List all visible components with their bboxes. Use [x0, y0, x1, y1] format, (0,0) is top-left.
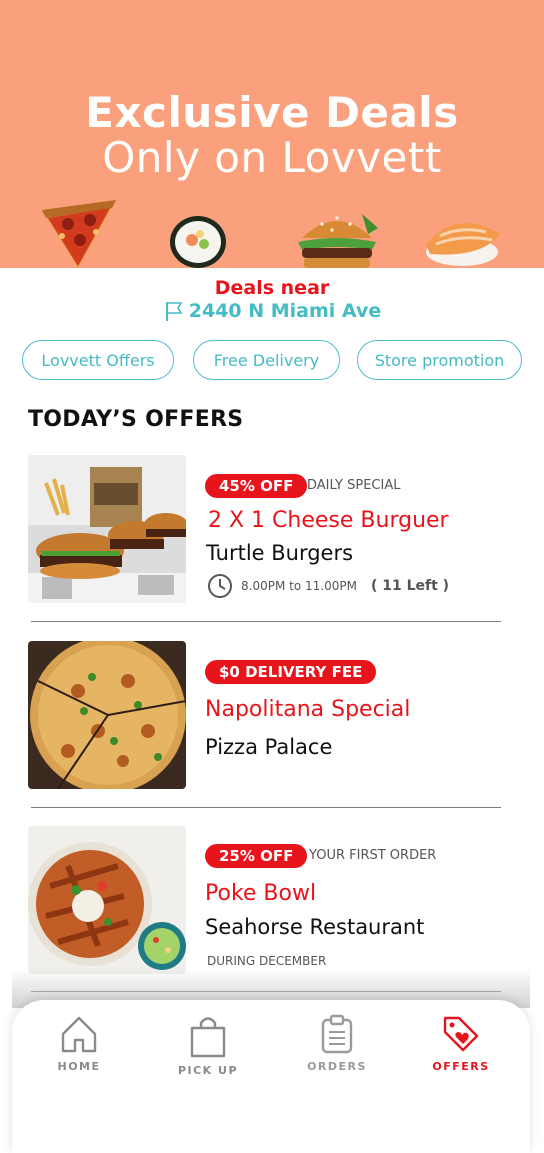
offer-remaining: ( 11 Left ): [370, 578, 450, 594]
shopping-bag-icon: [190, 1017, 226, 1058]
clipboard-icon: [321, 1014, 353, 1054]
sushi-roll-image: [170, 216, 226, 268]
flag-icon: [165, 302, 183, 321]
chip-lovvett-offers[interactable]: Lovvett Offers: [22, 340, 174, 380]
burger-photo: [28, 455, 186, 603]
divider: [31, 807, 501, 808]
offer-name: 2 X 1 Cheese Burguer: [208, 508, 449, 533]
hero-title: Exclusive Deals: [85, 88, 459, 137]
address-selector[interactable]: 2440 N Miami Ave: [0, 300, 544, 322]
offer-name: Poke Bowl: [205, 881, 317, 906]
badge-note: YOUR FIRST ORDER: [309, 848, 437, 863]
offer-validity: DURING DECEMBER: [207, 954, 327, 968]
hero-banner: Exclusive Deals Only on Lovvett: [0, 0, 544, 268]
bottom-navigation: HOME PICK UP ORDERS OFFERS: [12, 1000, 530, 1153]
offer-card-pizza[interactable]: $0 DELIVERY FEE Napolitana Special Pizza…: [0, 641, 544, 801]
discount-badge: 45% OFF: [205, 474, 308, 498]
store-name: Turtle Burgers: [206, 541, 354, 565]
pizza-slice-image: [42, 200, 116, 268]
clock-icon: [208, 574, 232, 598]
tag-heart-icon: [443, 1016, 479, 1052]
nav-offers[interactable]: OFFERS: [411, 1014, 511, 1073]
nav-label: PICK UP: [177, 1064, 239, 1077]
offer-card-burger[interactable]: 45% OFF DAILY SPECIAL 2 X 1 Cheese Burgu…: [0, 455, 544, 615]
delivery-fee-badge: $0 DELIVERY FEE: [205, 660, 377, 684]
salmon-nigiri-image: [426, 223, 500, 266]
badge-note: DAILY SPECIAL: [307, 478, 401, 493]
nav-label: ORDERS: [307, 1060, 367, 1073]
store-name: Pizza Palace: [205, 735, 333, 759]
offer-card-poke[interactable]: 25% OFF YOUR FIRST ORDER Poke Bowl Seaho…: [0, 826, 544, 986]
offer-time: 8.00PM to 11.00PM: [241, 579, 357, 593]
chip-store-promotion[interactable]: Store promotion: [357, 340, 522, 380]
nav-home[interactable]: HOME: [29, 1014, 129, 1073]
section-title: TODAY’S OFFERS: [28, 407, 244, 432]
pizza-photo: [28, 641, 186, 789]
nav-pick-up[interactable]: PICK UP: [158, 1014, 258, 1077]
store-name: Seahorse Restaurant: [205, 915, 425, 939]
chip-free-delivery[interactable]: Free Delivery: [193, 340, 340, 380]
divider: [31, 621, 501, 622]
hero-subtitle: Only on Lovvett: [102, 133, 442, 182]
nav-orders[interactable]: ORDERS: [287, 1014, 387, 1073]
home-icon: [61, 1016, 97, 1053]
nav-label: HOME: [57, 1060, 101, 1073]
burger-image: [298, 214, 378, 268]
discount-badge: 25% OFF: [205, 844, 308, 868]
nav-label: OFFERS: [432, 1060, 490, 1073]
address-text: 2440 N Miami Ave: [188, 300, 382, 322]
offer-time-row: 8.00PM to 11.00PM ( 11 Left ): [207, 573, 449, 599]
deals-near-label: Deals near: [214, 277, 330, 299]
poke-bowl-photo: [28, 826, 186, 974]
offer-name: Napolitana Special: [205, 697, 411, 722]
